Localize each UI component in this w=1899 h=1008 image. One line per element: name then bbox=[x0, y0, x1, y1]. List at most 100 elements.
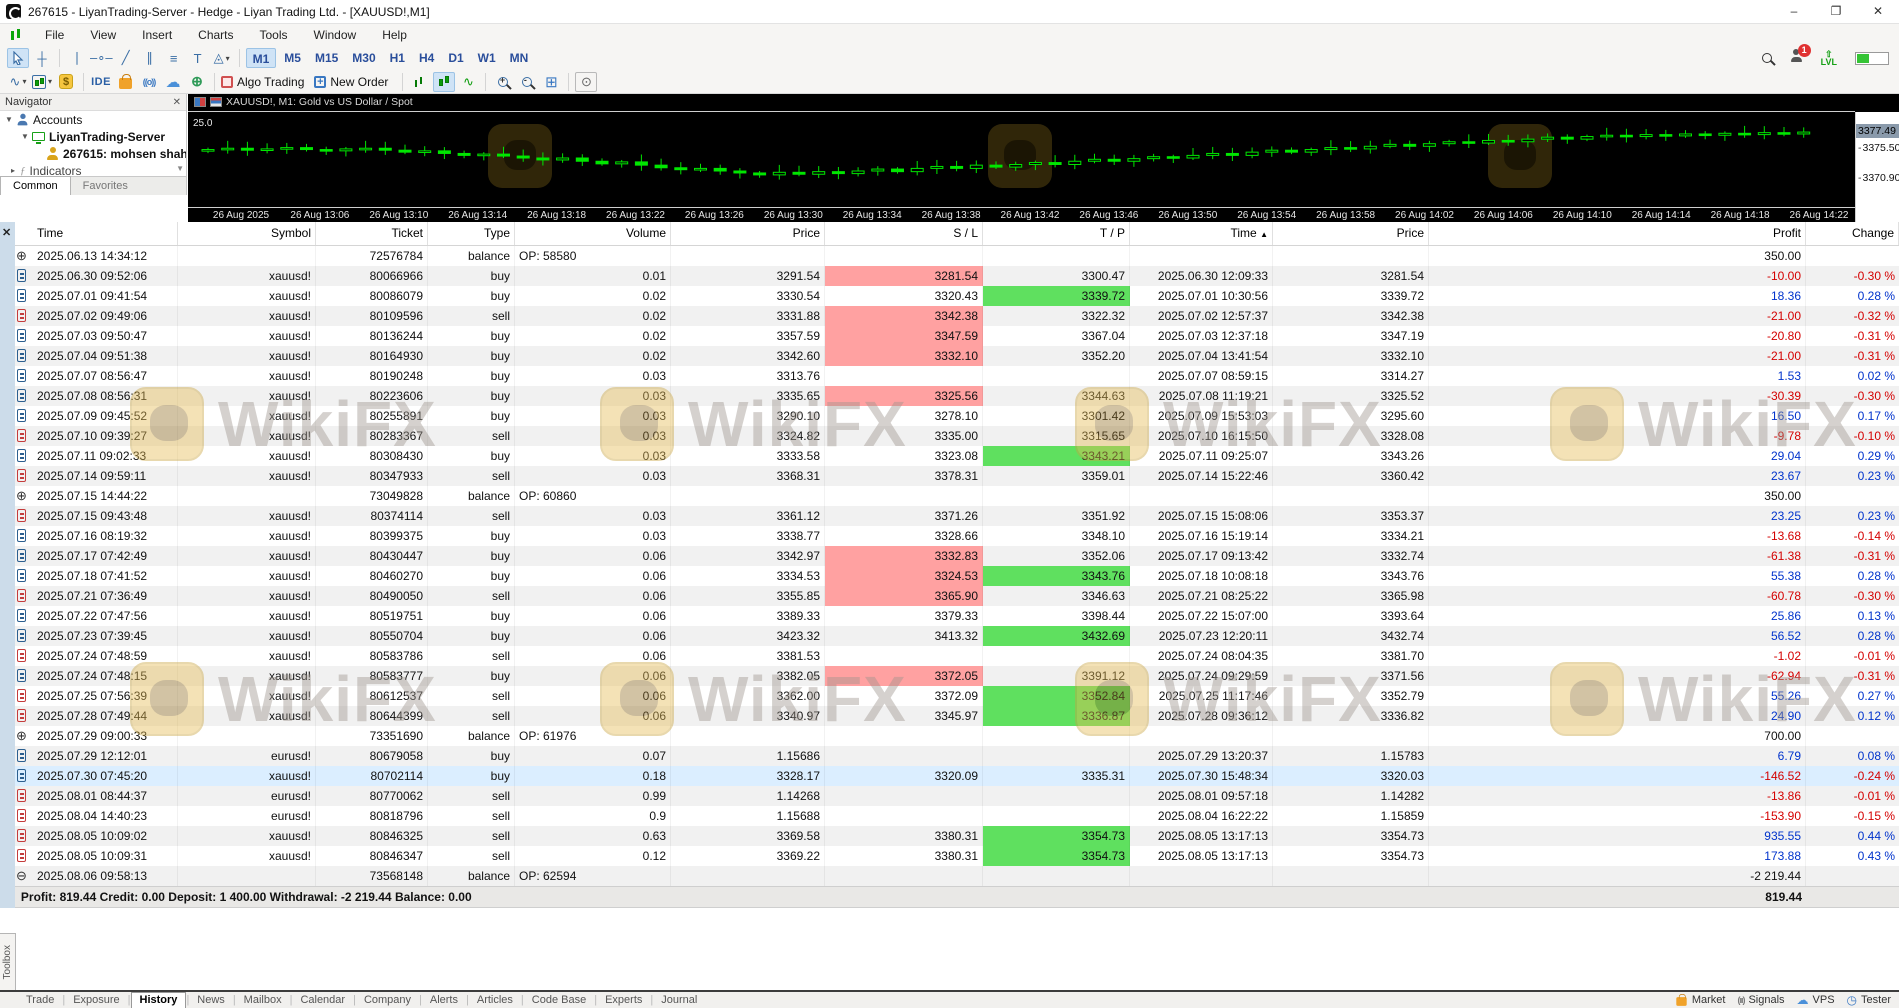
trade-row[interactable]: 2025.07.14 09:59:11 xauusd! 80347933 sell 0.… bbox=[0, 466, 1899, 486]
tab-common[interactable]: Common bbox=[0, 176, 71, 195]
trade-row[interactable]: 2025.07.22 07:47:56 xauusd! 80519751 buy 0.0… bbox=[0, 606, 1899, 626]
col-price[interactable]: Price bbox=[671, 222, 825, 245]
restore-button[interactable]: ❐ bbox=[1815, 0, 1857, 24]
col-type[interactable]: Type bbox=[428, 222, 515, 245]
close-history-button[interactable]: ✕ bbox=[2, 226, 11, 239]
tab-company[interactable]: Company bbox=[356, 993, 419, 1008]
trade-row[interactable]: 2025.07.04 09:51:38 xauusd! 80164930 buy 0.0… bbox=[0, 346, 1899, 366]
candlestick-plot[interactable] bbox=[188, 94, 1855, 207]
tab-articles[interactable]: Articles bbox=[469, 993, 521, 1008]
timeframe-m1-button[interactable]: M1 bbox=[245, 48, 277, 68]
trade-row[interactable]: 2025.07.15 09:43:48 xauusd! 80374114 sell 0.… bbox=[0, 506, 1899, 526]
ide-button[interactable]: IDE bbox=[90, 72, 112, 92]
trendline-tool-button[interactable]: ╱ bbox=[115, 48, 137, 68]
trade-row[interactable]: 2025.08.05 10:09:02 xauusd! 80846325 sell 0.… bbox=[0, 826, 1899, 846]
trade-row[interactable]: 2025.07.18 07:41:52 xauusd! 80460270 buy 0.0… bbox=[0, 566, 1899, 586]
depth-of-market-icon[interactable] bbox=[194, 97, 206, 107]
col-symbol[interactable]: Symbol bbox=[178, 222, 316, 245]
tab-code-base[interactable]: Code Base bbox=[524, 993, 594, 1008]
status-tester[interactable]: ◷ Tester bbox=[1847, 993, 1891, 1007]
trade-row[interactable]: 2025.07.30 07:45:20 xauusd! 80702114 buy 0.1… bbox=[0, 766, 1899, 786]
zoom-out-button[interactable]: - bbox=[516, 72, 538, 92]
menu-item-help[interactable]: Help bbox=[369, 24, 420, 46]
sidebar-item-account[interactable]: 267615: mohsen shah bbox=[0, 145, 186, 162]
shapes-tool-button[interactable]: ◬ ▾ bbox=[211, 48, 233, 68]
trade-row[interactable]: 2025.07.02 09:49:06 xauusd! 80109596 sell 0.… bbox=[0, 306, 1899, 326]
balance-row[interactable]: 2025.08.06 09:58:13 ⊖ 73568148 balance OP: 6… bbox=[0, 866, 1899, 886]
chart-window[interactable]: XAUUSD!, M1: Gold vs US Dollar / Spot 25… bbox=[188, 94, 1899, 222]
menu-item-window[interactable]: Window bbox=[301, 24, 370, 46]
col-close-time[interactable]: Time ▲ bbox=[1130, 222, 1273, 245]
timeframe-m30-button[interactable]: M30 bbox=[346, 48, 381, 68]
tab-experts[interactable]: Experts bbox=[597, 993, 650, 1008]
tab-trade[interactable]: Trade bbox=[18, 993, 62, 1008]
minimize-button[interactable]: – bbox=[1773, 0, 1815, 24]
tab-calendar[interactable]: Calendar bbox=[292, 993, 353, 1008]
new-order-button[interactable]: + New Order bbox=[314, 72, 396, 92]
time-axis[interactable]: 26 Aug 2025 26 Aug 13:06 26 Aug 13:10 26 Au… bbox=[188, 207, 1855, 222]
trade-row[interactable]: 2025.08.01 08:44:37 eurusd! 80770062 sell 0.… bbox=[0, 786, 1899, 806]
trade-row[interactable]: 2025.07.10 09:39:27 xauusd! 80283367 sell 0.… bbox=[0, 426, 1899, 446]
signals-button[interactable]: ((o)) bbox=[138, 72, 160, 92]
tree-collapse-icon[interactable]: ▼ bbox=[4, 115, 14, 124]
col-sl[interactable]: S / L bbox=[825, 222, 983, 245]
balance-row[interactable]: 2025.06.13 14:34:12 ⊕ 72576784 balance OP: 5… bbox=[0, 246, 1899, 266]
chart-line-mode-button[interactable]: ∿ ▾ bbox=[7, 72, 29, 92]
vertical-line-tool-button[interactable]: ∣ bbox=[66, 48, 88, 68]
text-tool-button[interactable]: T bbox=[187, 48, 209, 68]
one-click-trading-icon[interactable] bbox=[210, 97, 222, 107]
candlestick-mode-button[interactable] bbox=[433, 71, 456, 92]
line-chart-mode-button[interactable]: ∿ bbox=[457, 72, 479, 92]
trade-row[interactable]: 2025.07.23 07:39:45 xauusd! 80550704 buy 0.0… bbox=[0, 626, 1899, 646]
trade-row[interactable]: 2025.07.08 08:56:31 xauusd! 80223606 buy 0.0… bbox=[0, 386, 1899, 406]
trade-row[interactable]: 2025.08.05 10:09:31 xauusd! 80846347 sell 0.… bbox=[0, 846, 1899, 866]
col-ticket[interactable]: Ticket bbox=[316, 222, 428, 245]
tab-favorites[interactable]: Favorites bbox=[71, 177, 140, 195]
menu-item-file[interactable]: File bbox=[32, 24, 77, 46]
level-up-button[interactable]: ⇧ LVL bbox=[1821, 50, 1837, 67]
trade-row[interactable]: 2025.07.29 12:12:01 eurusd! 80679058 buy 0.0… bbox=[0, 746, 1899, 766]
navigator-close-icon[interactable]: ✕ bbox=[173, 97, 181, 108]
trade-row[interactable]: 2025.07.24 07:48:15 xauusd! 80583777 buy 0.0… bbox=[0, 666, 1899, 686]
trade-row[interactable]: 2025.07.03 09:50:47 xauusd! 80136244 buy 0.0… bbox=[0, 326, 1899, 346]
col-close-price[interactable]: Price bbox=[1273, 222, 1429, 245]
trade-row[interactable]: 2025.07.25 07:56:39 xauusd! 80612537 sell 0.… bbox=[0, 686, 1899, 706]
channel-tool-button[interactable]: ∥ bbox=[139, 48, 161, 68]
col-tp[interactable]: T / P bbox=[983, 222, 1130, 245]
menu-item-tools[interactable]: Tools bbox=[247, 24, 301, 46]
close-button[interactable]: ✕ bbox=[1857, 0, 1899, 24]
search-icon[interactable] bbox=[1761, 53, 1772, 63]
status-signals[interactable]: (ıı) Signals bbox=[1737, 994, 1784, 1006]
timeframe-m15-button[interactable]: M15 bbox=[309, 48, 344, 68]
vps-button[interactable]: ☁ bbox=[162, 72, 184, 92]
trade-row[interactable]: 2025.07.07 08:56:47 xauusd! 80190248 buy 0.0… bbox=[0, 366, 1899, 386]
equidistant-lines-tool-button[interactable]: ≡ bbox=[163, 48, 185, 68]
balance-row[interactable]: 2025.07.15 14:44:22 ⊕ 73049828 balance OP: 6… bbox=[0, 486, 1899, 506]
menu-item-view[interactable]: View bbox=[77, 24, 129, 46]
toolbox-side-tab[interactable]: Toolbox bbox=[0, 933, 16, 991]
market-button[interactable] bbox=[114, 72, 136, 92]
screenshot-button[interactable]: ⊙ bbox=[575, 71, 598, 92]
col-time[interactable]: Time bbox=[15, 222, 178, 245]
algo-trading-button[interactable]: Algo Trading bbox=[221, 72, 312, 92]
col-change[interactable]: Change bbox=[1806, 222, 1899, 245]
status-market[interactable]: Market bbox=[1675, 993, 1725, 1007]
tab-alerts[interactable]: Alerts bbox=[422, 993, 466, 1008]
community-button[interactable]: ⊕ bbox=[186, 72, 208, 92]
sidebar-item-server[interactable]: ▼ LiyanTrading-Server bbox=[0, 128, 186, 145]
timeframe-mn-button[interactable]: MN bbox=[504, 48, 535, 68]
tree-collapse-icon[interactable]: ▼ bbox=[20, 132, 30, 141]
trade-row[interactable]: 2025.07.09 09:45:52 xauusd! 80255891 buy 0.0… bbox=[0, 406, 1899, 426]
trade-row[interactable]: 2025.07.17 07:42:49 xauusd! 80430447 buy 0.0… bbox=[0, 546, 1899, 566]
col-volume[interactable]: Volume bbox=[515, 222, 671, 245]
trade-row[interactable]: 2025.07.01 09:41:54 xauusd! 80086079 buy 0.0… bbox=[0, 286, 1899, 306]
crosshair-tool-button[interactable]: ┼ bbox=[31, 48, 53, 68]
zoom-in-button[interactable]: + bbox=[492, 72, 514, 92]
trade-row[interactable]: 2025.08.04 14:40:23 eurusd! 80818796 sell 0.… bbox=[0, 806, 1899, 826]
timeframe-h1-button[interactable]: H1 bbox=[384, 48, 411, 68]
tab-exposure[interactable]: Exposure bbox=[65, 993, 127, 1008]
price-scale[interactable]: 3377.49 3375.50 3370.90 bbox=[1855, 112, 1899, 222]
col-profit[interactable]: Profit bbox=[1429, 222, 1806, 245]
scroll-down-icon[interactable]: ▼ bbox=[176, 164, 184, 173]
cursor-tool-button[interactable] bbox=[7, 48, 29, 68]
